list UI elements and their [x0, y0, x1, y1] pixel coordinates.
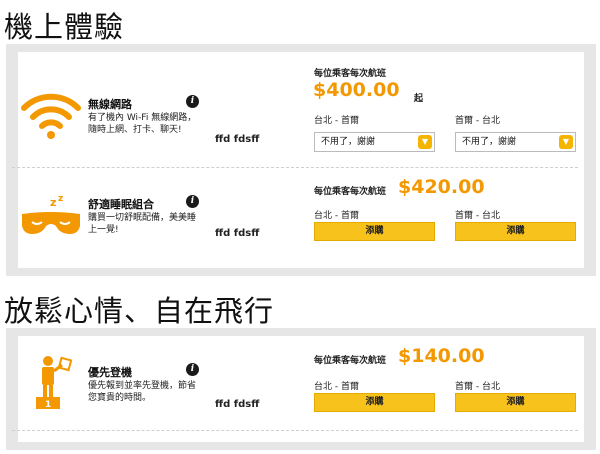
- add-sleep-return-button[interactable]: 添購: [455, 222, 576, 241]
- wifi-outbound-select[interactable]: 不用了，謝謝 ▼: [314, 132, 435, 152]
- add-priority-outbound-button[interactable]: 添購: [314, 393, 435, 412]
- route-label: 台北 - 首爾: [314, 116, 359, 126]
- item-extra-sleep: ffd fdsff: [215, 228, 260, 239]
- info-icon[interactable]: i: [186, 195, 199, 208]
- wifi-return-select[interactable]: 不用了，謝謝 ▼: [455, 132, 576, 152]
- info-icon[interactable]: i: [186, 95, 199, 108]
- price-priority: $140.00: [398, 345, 485, 367]
- item-desc-wifi: 有了機內 Wi-Fi 無線網路，隨時上網、打卡、聊天!: [88, 113, 197, 135]
- item-name-wifi: 無線網路: [88, 98, 132, 111]
- per-passenger-label: 每位乘客每次航班: [314, 356, 387, 366]
- item-extra-wifi: ffd fdsff: [215, 134, 260, 145]
- svg-text:1: 1: [45, 400, 51, 410]
- select-value: 不用了，謝謝: [462, 137, 517, 147]
- price-wifi: $400.00: [313, 79, 400, 101]
- per-passenger-label: 每位乘客每次航班: [314, 187, 387, 197]
- row-divider: [12, 167, 578, 168]
- item-desc-sleep: 購買一切舒眠配備，美美睡上一覺!: [88, 213, 197, 235]
- add-sleep-outbound-button[interactable]: 添購: [314, 222, 435, 241]
- item-name-priority: 優先登機: [88, 366, 132, 379]
- item-name-sleep: 舒適睡眠組合: [88, 198, 154, 211]
- add-priority-return-button[interactable]: 添購: [455, 393, 576, 412]
- info-icon[interactable]: i: [186, 363, 199, 376]
- panel-inflight: [6, 44, 596, 276]
- wifi-icon: [20, 90, 82, 140]
- select-value: 不用了，謝謝: [321, 137, 376, 147]
- price-from-label: 起: [414, 94, 424, 104]
- svg-text:z: z: [58, 194, 63, 204]
- item-desc-priority: 優先報到並率先登機，節省您寶貴的時間。: [88, 381, 197, 403]
- route-label: 台北 - 首爾: [314, 382, 359, 392]
- chevron-down-icon: ▼: [559, 135, 573, 149]
- section-title-relax: 放鬆心情、自在飛行: [4, 294, 275, 328]
- route-label: 首爾 - 台北: [455, 116, 500, 126]
- svg-text:z: z: [50, 196, 56, 209]
- route-label: 台北 - 首爾: [314, 211, 359, 221]
- item-extra-priority: ffd fdsff: [215, 399, 260, 410]
- route-label: 首爾 - 台北: [455, 382, 500, 392]
- row-divider: [12, 430, 578, 431]
- per-passenger-label: 每位乘客每次航班: [314, 69, 387, 79]
- sleep-mask-icon: z z: [20, 192, 82, 242]
- price-sleep: $420.00: [398, 176, 485, 198]
- priority-boarding-icon: 1: [28, 355, 90, 410]
- route-label: 首爾 - 台北: [455, 211, 500, 221]
- section-title-inflight: 機上體驗: [4, 10, 125, 44]
- chevron-down-icon: ▼: [418, 135, 432, 149]
